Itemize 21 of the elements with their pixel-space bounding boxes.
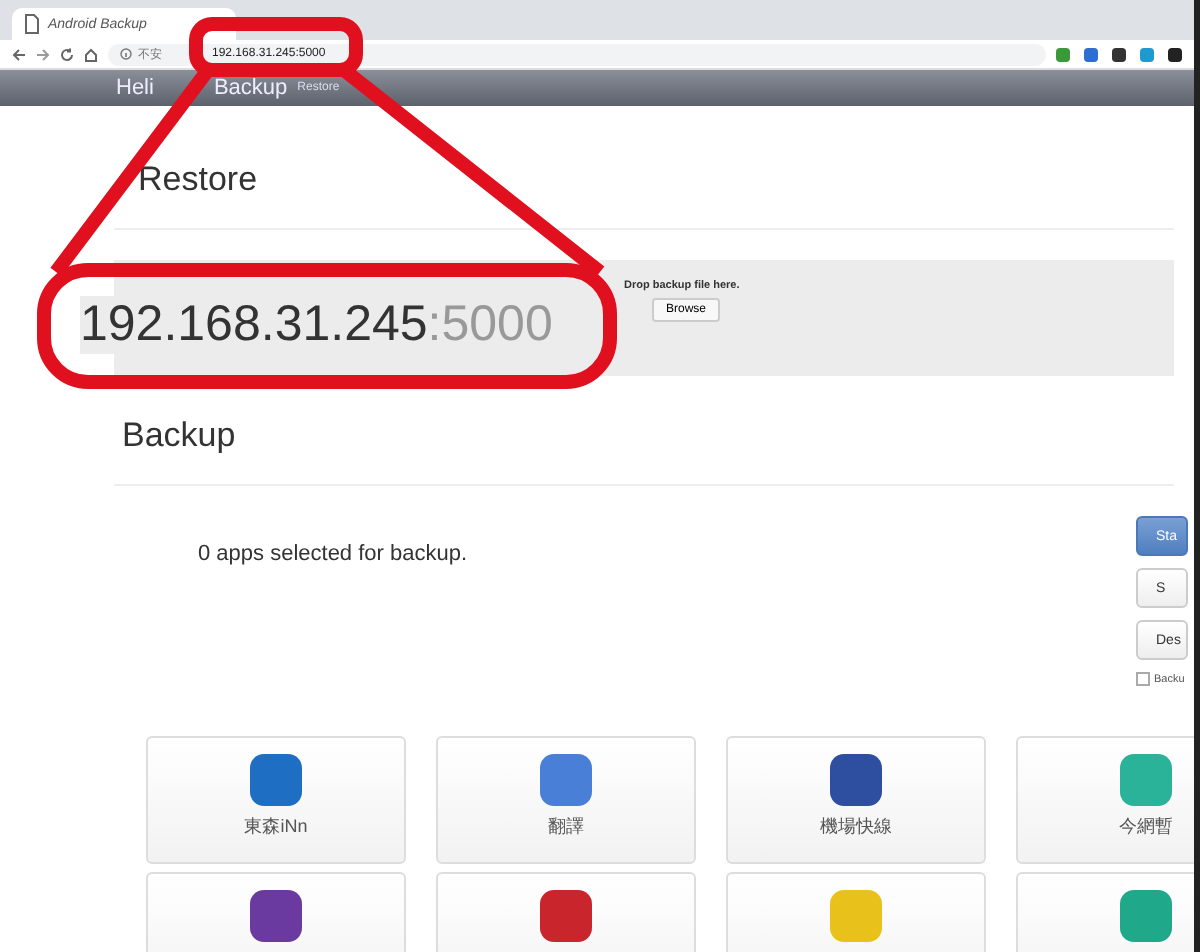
app-name: 翻譯 <box>548 814 584 840</box>
app-tile[interactable]: 今網暫 <box>1016 736 1194 864</box>
section-title: Restore <box>114 106 1174 230</box>
checkbox[interactable] <box>1136 672 1150 686</box>
reload-icon[interactable] <box>60 47 74 61</box>
status-text: 0 apps selected for backup. <box>198 542 468 570</box>
section-title: Backup <box>114 376 1174 486</box>
app-tile[interactable]: 翻譯 <box>436 736 696 864</box>
info-icon <box>120 48 132 60</box>
brand-title[interactable]: Backup <box>213 76 288 100</box>
app-name: 機場快線 <box>820 814 892 840</box>
home-icon[interactable] <box>84 47 98 61</box>
zoomed-url: 192.168.31.245:5000 <box>80 296 553 354</box>
app-tile[interactable]: 東森iNn <box>146 736 406 864</box>
forward-icon[interactable] <box>36 47 50 61</box>
app-tile[interactable]: 機場快線 <box>726 736 986 864</box>
page-icon <box>24 14 40 34</box>
app-name: 今網暫 <box>1119 814 1173 840</box>
back-icon[interactable] <box>12 47 26 61</box>
app-name: 東森iNn <box>244 814 308 840</box>
brand-title[interactable]: Heli <box>116 76 154 100</box>
